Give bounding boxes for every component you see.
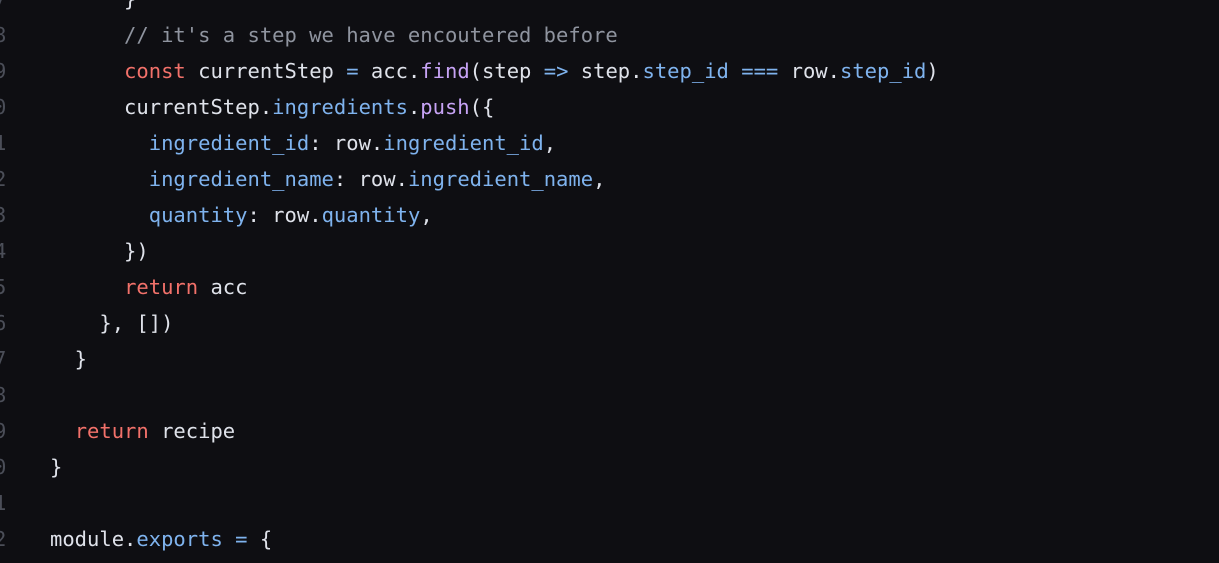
line-number: 8 <box>0 23 7 47</box>
code-token: , <box>543 131 557 155</box>
line-number: 9 <box>0 419 7 443</box>
line-number: 2 <box>0 167 7 191</box>
code-token: . <box>407 95 421 119</box>
line-content: } <box>50 0 136 14</box>
code-token: , <box>593 167 606 191</box>
code-token: = <box>235 527 248 551</box>
line-number: 9 <box>0 59 7 83</box>
code-line[interactable]: 4 }) <box>0 236 1219 266</box>
code-token: (step <box>469 59 544 83</box>
code-token: : row. <box>309 131 384 155</box>
line-content: ingredient_name: row.ingredient_name, <box>50 164 606 194</box>
line-content: return acc <box>50 272 248 302</box>
line-content: }, []) <box>50 308 173 338</box>
code-token: quantity <box>148 203 248 227</box>
code-token: , <box>420 203 433 227</box>
code-token: } <box>50 455 63 479</box>
line-content: // it's a step we have encoutered before <box>50 20 618 50</box>
code-token: push <box>420 95 470 119</box>
code-token: { <box>247 527 273 551</box>
code-line[interactable]: 1 <box>0 488 1219 518</box>
code-line[interactable]: 8 <box>0 380 1219 410</box>
code-token: module. <box>50 527 137 551</box>
code-token: ({ <box>469 95 495 119</box>
code-token: : row. <box>247 203 322 227</box>
line-content: currentStep.ingredients.push({ <box>50 92 494 122</box>
code-token: ) <box>926 59 939 83</box>
code-token: ingredient_id <box>148 131 310 155</box>
line-content: ingredient_id: row.ingredient_id, <box>50 128 556 158</box>
code-line[interactable]: 6 }, []) <box>0 308 1219 338</box>
code-line[interactable]: 1 ingredient_id: row.ingredient_id, <box>0 128 1219 158</box>
line-content: }) <box>50 236 149 266</box>
code-token: ingredients <box>272 95 408 119</box>
line-number: 1 <box>0 491 7 515</box>
line-number: 5 <box>0 275 7 299</box>
code-token: const <box>124 59 186 83</box>
code-line[interactable]: 7 } <box>0 344 1219 374</box>
code-token: === <box>741 59 779 83</box>
code-token: exports <box>136 527 223 551</box>
code-line[interactable]: 9 const currentStep = acc.find(step => s… <box>0 56 1219 86</box>
code-token: } <box>50 0 136 11</box>
code-line[interactable]: 7 } <box>0 0 1219 14</box>
code-token: = <box>346 59 359 83</box>
line-number: 2 <box>0 527 7 551</box>
line-content: return recipe <box>50 416 235 446</box>
line-content: module.exports = { <box>50 524 272 554</box>
code-token: step_id <box>839 59 927 83</box>
code-token: }, []) <box>50 311 174 335</box>
code-line[interactable]: 0} <box>0 452 1219 482</box>
line-number: 1 <box>0 131 7 155</box>
code-line[interactable]: 5 return acc <box>0 272 1219 302</box>
line-number: 3 <box>0 203 7 227</box>
code-token: find <box>420 59 470 83</box>
code-token: recipe <box>148 419 236 443</box>
line-number: 4 <box>0 239 7 263</box>
code-token: => <box>543 59 569 83</box>
code-token: currentStep <box>185 59 347 83</box>
line-number: 7 <box>0 347 7 371</box>
code-token: // it's a step we have encoutered before <box>50 23 618 47</box>
line-number: 0 <box>0 95 7 119</box>
code-token: acc <box>198 275 248 299</box>
code-token: : row. <box>333 167 408 191</box>
code-token: }) <box>50 239 149 263</box>
code-token: ingredient_id <box>383 131 544 155</box>
code-token: acc. <box>358 59 421 83</box>
code-token: return <box>124 275 199 299</box>
code-token: step. <box>568 59 643 83</box>
code-token: row. <box>778 59 840 83</box>
code-token: currentStep. <box>50 95 273 119</box>
code-line[interactable]: 3 quantity: row.quantity, <box>0 200 1219 230</box>
code-token: return <box>74 419 149 443</box>
code-line[interactable]: 9 return recipe <box>0 416 1219 446</box>
line-content: const currentStep = acc.find(step => ste… <box>50 56 939 86</box>
line-number: 8 <box>0 383 7 407</box>
code-token: step_id <box>642 59 729 83</box>
line-content: quantity: row.quantity, <box>50 200 433 230</box>
line-content: } <box>50 344 87 374</box>
line-content: } <box>50 452 62 482</box>
code-line[interactable]: 0 currentStep.ingredients.push({ <box>0 92 1219 122</box>
code-line[interactable]: 2 ingredient_name: row.ingredient_name, <box>0 164 1219 194</box>
code-token: ingredient_name <box>407 167 594 191</box>
code-line[interactable]: 2 module.exports = { <box>0 524 1219 554</box>
code-token: ingredient_name <box>148 167 334 191</box>
code-line[interactable]: 8 // it's a step we have encoutered befo… <box>0 20 1219 50</box>
code-token: quantity <box>321 203 421 227</box>
line-number: 7 <box>0 0 18 14</box>
line-number: 0 <box>0 455 7 479</box>
code-token: } <box>50 347 88 371</box>
line-number: 6 <box>0 311 7 335</box>
code-editor[interactable]: 7 } 8 // it's a step we have encoutered b… <box>0 0 1219 563</box>
